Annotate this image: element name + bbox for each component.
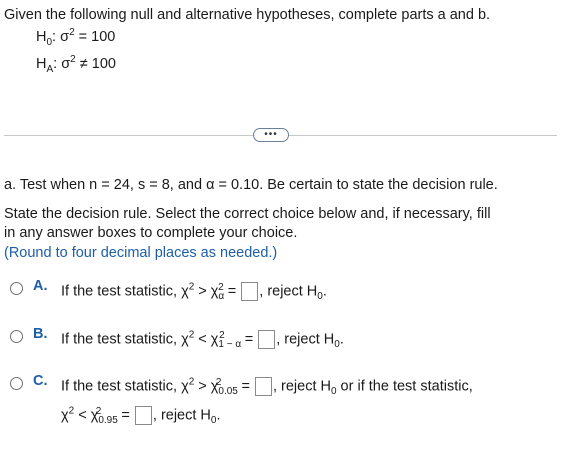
part-a-prompt: a. Test when n = 24, s = 8, and α = 0.10… bbox=[4, 177, 498, 193]
choice-c-letter: C. bbox=[33, 373, 48, 389]
choice-c-radio[interactable] bbox=[10, 377, 23, 390]
choice-b-radio[interactable] bbox=[10, 330, 23, 343]
choice-b-text: If the test statistic, χ2 < χ1 − α2 = , … bbox=[61, 329, 344, 351]
choice-a-letter: A. bbox=[33, 278, 48, 294]
instructions-line-2: in any answer boxes to complete your cho… bbox=[4, 225, 298, 241]
choice-b-answer-box[interactable] bbox=[258, 330, 276, 349]
alternative-hypothesis: HA: σ2 ≠ 100 bbox=[36, 54, 116, 75]
choice-c-lower-answer-box[interactable] bbox=[134, 406, 152, 425]
choice-a-text: If the test statistic, χ2 > χα2 = , reje… bbox=[61, 281, 327, 303]
problem-instruction: Given the following null and alternative… bbox=[4, 7, 491, 23]
round-note: (Round to four decimal places as needed.… bbox=[4, 245, 278, 261]
instructions-line-1: State the decision rule. Select the corr… bbox=[4, 206, 491, 222]
choice-a-answer-box[interactable] bbox=[241, 282, 259, 301]
choice-a-radio[interactable] bbox=[10, 282, 23, 295]
null-hypothesis: H0: σ2 = 100 bbox=[36, 27, 116, 48]
choice-c-text-line-2: χ2 < χ0.952 = , reject H0. bbox=[61, 405, 221, 427]
choice-c-upper-answer-box[interactable] bbox=[254, 377, 272, 396]
choice-b-letter: B. bbox=[33, 326, 48, 342]
expand-more-button[interactable]: ••• bbox=[253, 128, 289, 142]
choice-c-text-line-1: If the test statistic, χ2 > χ0.052 = , r… bbox=[61, 376, 473, 398]
